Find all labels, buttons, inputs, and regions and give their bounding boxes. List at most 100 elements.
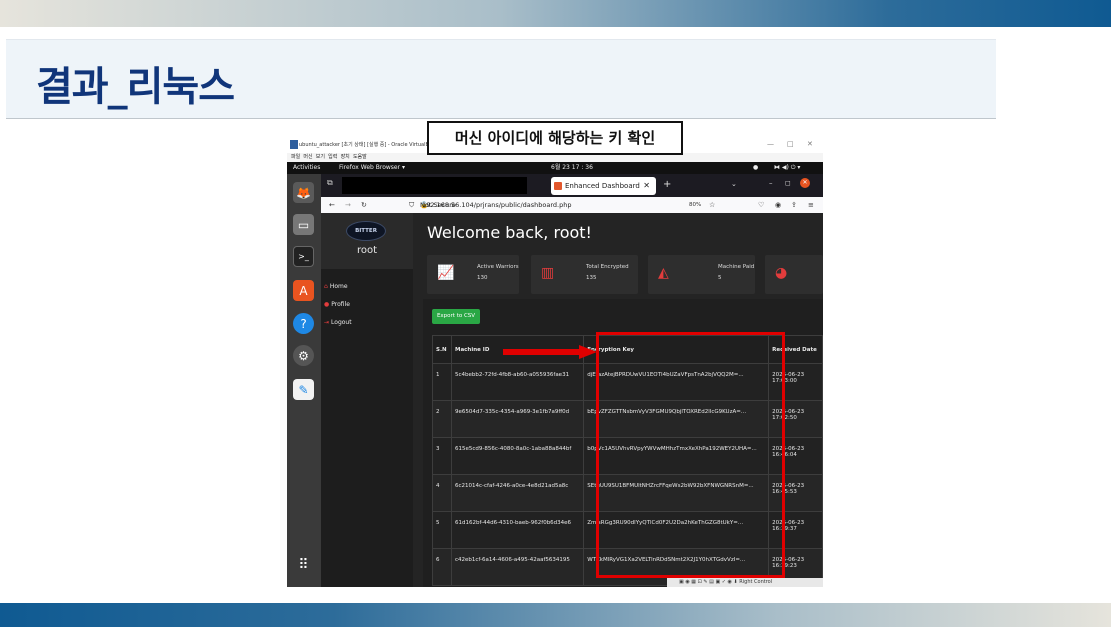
bookmark-star-icon[interactable]: ☆	[709, 197, 715, 213]
stat-value: 5	[718, 275, 722, 281]
stat-card-total-encrypted: ▥ Total Encrypted 135	[531, 255, 638, 294]
window-close-icon[interactable]: ✕	[800, 178, 810, 188]
top-gradient-band	[0, 0, 1111, 27]
cell-sn: 1	[432, 363, 452, 401]
bottom-gradient-band	[0, 603, 1111, 627]
arrow-icon	[503, 345, 597, 359]
menu-devices[interactable]: 장치	[341, 154, 350, 160]
title-box: 결과_리눅스	[6, 39, 996, 119]
firefox-icon[interactable]: 🦊	[293, 182, 314, 203]
network-icon[interactable]: ⧓ ◀) ⏻ ▾	[774, 162, 800, 174]
files-icon[interactable]: ▭	[293, 214, 314, 235]
gnome-top-bar: Activities Firefox Web Browser ▾ 6월 23 1…	[287, 162, 823, 174]
maximize-icon[interactable]: □	[787, 140, 794, 148]
cell-machine-id: c42eb1cf-6a14-4606-a495-42aaf5634195	[450, 548, 585, 586]
status-icons: ▣ ◉ ▦ ⊡ ✎ ▤ ▣ ✓ ◉ ⬇	[679, 579, 740, 585]
reload-icon[interactable]: ↻	[361, 197, 367, 213]
navigation-bar: ← → ↻ ⛉ 🔓 Not Secure 192.168.56.104/prjr…	[321, 197, 823, 213]
stat-value: 130	[477, 275, 488, 281]
sidebar-header: BITTER root	[321, 213, 413, 269]
text-editor-icon[interactable]: ✎	[293, 379, 314, 400]
window-minimize-icon[interactable]: –	[769, 179, 773, 187]
redacted-tab	[342, 177, 527, 194]
show-apps-icon[interactable]: ⠿	[293, 554, 314, 575]
menu-help[interactable]: 도움말	[353, 154, 367, 160]
cell-machine-id: 6c21014c-cfaf-4246-a0ce-4e8d21ad5a8c	[450, 474, 585, 512]
software-center-icon[interactable]: A	[293, 280, 314, 301]
tab-title: Enhanced Dashboard	[565, 182, 640, 190]
stat-label: Machine Paid	[718, 264, 755, 270]
minimize-icon[interactable]: —	[767, 140, 774, 148]
menu-file[interactable]: 파일	[291, 154, 300, 160]
cell-sn: 3	[432, 437, 452, 475]
bitter-logo: BITTER	[346, 221, 386, 241]
record-icon[interactable]: ●	[753, 162, 758, 174]
close-icon[interactable]: ✕	[807, 140, 813, 148]
stat-card-machine-paid: ◭ Machine Paid 5	[648, 255, 755, 294]
shield-icon[interactable]: ⛉	[409, 197, 414, 213]
menu-input[interactable]: 입력	[328, 154, 337, 160]
window-restore-icon[interactable]: ◻	[785, 179, 791, 187]
back-icon[interactable]: ←	[329, 197, 335, 213]
address-bar[interactable]: 🔓 Not Secure 192.168.56.104/prjrans/publ…	[420, 199, 720, 211]
zoom-level[interactable]: 80%	[689, 197, 701, 213]
virtualbox-title: ubuntu_attacker [초기 상태] [실행 중] - Oracle …	[299, 142, 435, 148]
sidebar-item-home[interactable]: ⌂ Home	[324, 283, 348, 290]
cell-machine-id: 9e6504d7-335c-4354-a969-3e1fb7a9ff0d	[450, 400, 585, 438]
tab-favicon-icon	[554, 182, 562, 190]
cell-machine-id: 615e5cd9-856c-4080-8a0c-1aba88a844bf	[450, 437, 585, 475]
cell-sn: 6	[432, 548, 452, 586]
extensions-icon[interactable]: ⇪	[791, 197, 797, 213]
clock[interactable]: 6월 23 17 : 36	[551, 162, 593, 174]
logout-icon: ⇥	[324, 319, 330, 326]
sidebar-item-logout[interactable]: ⇥ Logout	[324, 319, 352, 326]
user-icon: ●	[324, 301, 330, 308]
new-tab-icon[interactable]: +	[663, 179, 671, 190]
stat-card-active-warriors: 📈 Active Warriors 130	[427, 255, 519, 294]
welcome-heading: Welcome back, root!	[427, 223, 592, 242]
menu-view[interactable]: 보기	[316, 154, 325, 160]
slide-title: 결과_리눅스	[36, 64, 235, 110]
sidebar: BITTER root ⌂ Home ● Profile ⇥ Logout	[321, 213, 413, 587]
app-menu-icon[interactable]: ≡	[808, 197, 814, 213]
area-chart-icon: ◭	[658, 265, 669, 281]
stat-value: 135	[586, 275, 597, 281]
slide: 결과_리눅스 ubuntu_attacker [초기 상태] [실행 중] - …	[0, 0, 1111, 627]
activities-button[interactable]: Activities	[293, 162, 320, 174]
tab-enhanced-dashboard[interactable]: Enhanced Dashboard ✕	[551, 177, 656, 195]
terminal-icon[interactable]: >_	[293, 246, 314, 267]
cell-machine-id: 61d162bf-44d6-4310-baeb-962f0b6d34e6	[450, 511, 585, 549]
url-text: 192.168.56.104/prjrans/public/dashboard.…	[422, 201, 572, 209]
cell-machine-id: 5c4bebb2-72fd-4fb8-ab60-a055936fae31	[450, 363, 585, 401]
sidebar-username: root	[356, 245, 378, 256]
help-icon[interactable]: ?	[293, 313, 314, 334]
settings-icon[interactable]: ⚙	[293, 345, 314, 366]
tab-close-icon[interactable]: ✕	[643, 177, 650, 195]
export-csv-button[interactable]: Export to CSV	[432, 309, 480, 324]
stat-label: Total Encrypted	[586, 264, 629, 270]
host-key-label: Right Control	[739, 579, 773, 585]
tab-overview-icon[interactable]: ⧉	[327, 178, 333, 188]
bar-chart-icon: ▥	[541, 265, 555, 281]
ubuntu-dock: 🦊 ▭ >_ A ? ⚙ ✎ ⠿	[287, 174, 321, 587]
virtualbox-status-bar: ▣ ◉ ▦ ⊡ ✎ ▤ ▣ ✓ ◉ ⬇ Right Control	[667, 578, 823, 587]
column-header-sn: S.N	[432, 335, 452, 364]
sidebar-item-profile[interactable]: ● Profile	[324, 301, 350, 308]
stat-label: Active Warriors	[477, 264, 519, 270]
stat-card-pie: ◕	[765, 255, 823, 294]
menu-machine[interactable]: 머신	[303, 154, 312, 160]
callout-label: 머신 아이디에 해당하는 키 확인	[427, 121, 683, 155]
pie-chart-icon: ◕	[775, 265, 788, 281]
home-icon: ⌂	[324, 283, 328, 290]
tab-list-icon[interactable]: ⌄	[731, 180, 737, 188]
active-app-menu[interactable]: Firefox Web Browser ▾	[339, 162, 405, 174]
virtualbox-icon	[290, 140, 298, 149]
sidebar-item-label: Logout	[331, 319, 352, 326]
cell-sn: 5	[432, 511, 452, 549]
account-icon[interactable]: ◉	[775, 197, 781, 213]
pocket-icon[interactable]: ♡	[758, 197, 764, 213]
sidebar-item-label: Profile	[331, 301, 350, 308]
cell-sn: 4	[432, 474, 452, 512]
tab-bar: ⧉ Enhanced Dashboard ✕ + ⌄ – ◻ ✕	[321, 174, 823, 197]
forward-icon[interactable]: →	[345, 197, 351, 213]
